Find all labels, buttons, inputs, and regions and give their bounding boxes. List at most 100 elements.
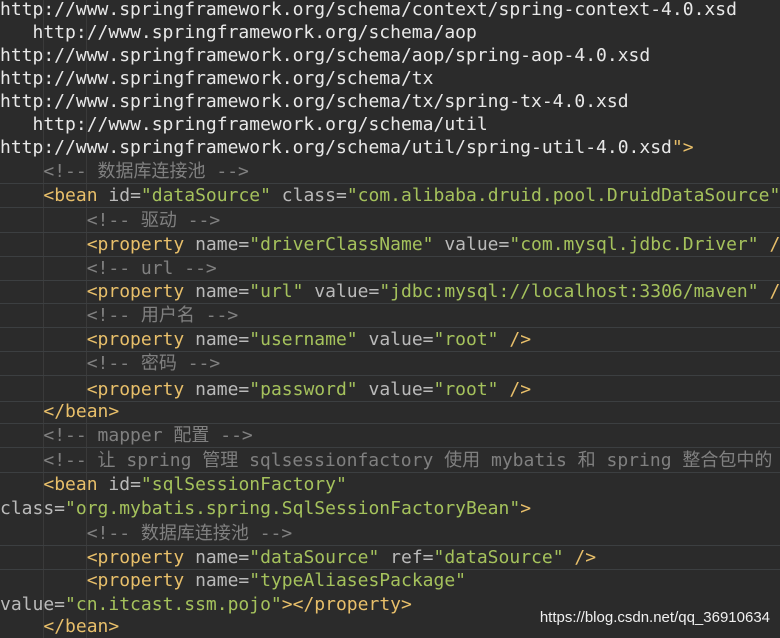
- code-tag: </bean>: [43, 401, 120, 422]
- code-line[interactable]: <bean id="dataSource" class="com.alibaba…: [0, 184, 780, 208]
- code-url: http://www.springframework.org/schema/ao…: [0, 22, 477, 43]
- code-line[interactable]: <!-- url -->: [0, 257, 780, 281]
- code-url: http://www.springframework.org/schema/tx…: [0, 91, 629, 112]
- watermark-text: https://blog.csdn.net/qq_36910634: [539, 609, 770, 626]
- code-attribute: id=: [108, 185, 141, 206]
- code-editor[interactable]: http://www.springframework.org/schema/co…: [0, 0, 780, 638]
- code-attribute: value=: [303, 281, 380, 302]
- code-attribute: name=: [195, 281, 250, 302]
- code-attribute: value=: [433, 234, 510, 255]
- code-string: "sqlSessionFactory": [140, 474, 347, 495]
- code-string: "typeAliasesPackage": [249, 570, 467, 591]
- code-tag: <property: [86, 281, 196, 302]
- code-attribute: name=: [195, 547, 250, 568]
- code-line[interactable]: <property name="typeAliasesPackage": [0, 569, 780, 593]
- code-string: "password": [249, 379, 358, 400]
- code-line[interactable]: <!-- 用户名 -->: [0, 304, 780, 328]
- code-string: "username": [249, 329, 358, 350]
- code-tag: />: [498, 329, 532, 350]
- code-tag: <bean: [43, 474, 109, 495]
- code-string: "url": [249, 281, 304, 302]
- code-line[interactable]: <!-- 驱动 -->: [0, 209, 780, 233]
- code-tag: <property: [86, 329, 196, 350]
- code-string: "dataSource": [433, 547, 564, 568]
- code-tag: <property: [86, 234, 196, 255]
- code-tag: />: [769, 281, 780, 302]
- code-tag: <property: [86, 379, 196, 400]
- code-line[interactable]: </bean>: [0, 400, 780, 424]
- code-string: "org.mybatis.spring.SqlSessionFactoryBea…: [65, 498, 521, 519]
- code-attribute: value=: [357, 329, 434, 350]
- code-attribute: name=: [195, 329, 250, 350]
- code-attribute: name=: [195, 234, 250, 255]
- code-line[interactable]: <bean id="sqlSessionFactory": [0, 473, 780, 497]
- code-tag: <bean: [43, 185, 109, 206]
- code-string: "root": [433, 379, 499, 400]
- code-attribute: class=: [270, 185, 347, 206]
- code-line[interactable]: <property name="password" value="root" /…: [0, 378, 780, 402]
- code-line[interactable]: <!-- mapper 配置 -->: [0, 424, 780, 448]
- code-string: "root": [433, 329, 499, 350]
- code-url: http://www.springframework.org/schema/ut…: [0, 137, 672, 158]
- code-comment: <!-- 驱动 -->: [86, 210, 221, 231]
- code-line[interactable]: class="org.mybatis.spring.SqlSessionFact…: [0, 497, 780, 521]
- code-tag: />: [769, 234, 780, 255]
- code-line[interactable]: <property name="username" value="root" /…: [0, 328, 780, 352]
- code-url: http://www.springframework.org/schema/tx: [0, 68, 434, 89]
- code-url: http://www.springframework.org/schema/co…: [0, 0, 737, 20]
- code-string: "com.mysql.jdbc.Driver": [509, 234, 759, 255]
- code-comment: <!-- 用户名 -->: [86, 305, 239, 326]
- code-line[interactable]: <property name="dataSource" ref="dataSou…: [0, 546, 780, 570]
- code-line[interactable]: http://www.springframework.org/schema/ut…: [0, 113, 780, 137]
- code-line[interactable]: <!-- 密码 -->: [0, 352, 780, 376]
- code-tag: </bean>: [43, 616, 120, 637]
- code-comment: <!-- url -->: [86, 258, 217, 279]
- code-attribute: name=: [195, 570, 250, 591]
- code-string: "cn.itcast.ssm.pojo": [65, 594, 282, 615]
- code-string: "dataSource": [249, 547, 380, 568]
- code-url: http://www.springframework.org/schema/ut…: [0, 114, 488, 135]
- code-line[interactable]: <!-- 数据库连接池 -->: [0, 160, 780, 184]
- code-tag: <property: [86, 570, 196, 591]
- code-tag: />: [563, 547, 597, 568]
- code-line[interactable]: <property name="url" value="jdbc:mysql:/…: [0, 280, 780, 304]
- code-line[interactable]: <!-- 让 spring 管理 sqlsessionfactory 使用 my…: [0, 449, 780, 473]
- code-comment: <!-- 密码 -->: [86, 353, 221, 374]
- code-line[interactable]: http://www.springframework.org/schema/ao…: [0, 21, 780, 45]
- code-line[interactable]: <!-- 数据库连接池 -->: [0, 522, 780, 546]
- code-line[interactable]: http://www.springframework.org/schema/co…: [0, 0, 780, 22]
- code-attribute: id=: [108, 474, 141, 495]
- code-string: "driverClassName": [249, 234, 434, 255]
- code-comment: <!-- 数据库连接池 -->: [86, 523, 293, 544]
- code-attribute: ref=: [379, 547, 434, 568]
- code-line[interactable]: <property name="driverClassName" value="…: [0, 233, 780, 257]
- code-line[interactable]: http://www.springframework.org/schema/ut…: [0, 136, 780, 160]
- code-tag: ></property>: [281, 594, 412, 615]
- code-attribute: value=: [357, 379, 434, 400]
- code-url: http://www.springframework.org/schema/ao…: [0, 45, 651, 66]
- code-line[interactable]: http://www.springframework.org/schema/tx: [0, 67, 780, 91]
- code-attribute: class=: [0, 498, 66, 519]
- code-comment: <!-- 让 spring 管理 sqlsessionfactory 使用 my…: [43, 450, 780, 471]
- code-line[interactable]: http://www.springframework.org/schema/ao…: [0, 44, 780, 68]
- code-line[interactable]: http://www.springframework.org/schema/tx…: [0, 90, 780, 114]
- code-string: "dataSource": [140, 185, 271, 206]
- code-string: "jdbc:mysql://localhost:3306/maven": [379, 281, 759, 302]
- code-comment: <!-- 数据库连接池 -->: [43, 161, 249, 182]
- code-comment: <!-- mapper 配置 -->: [43, 425, 253, 446]
